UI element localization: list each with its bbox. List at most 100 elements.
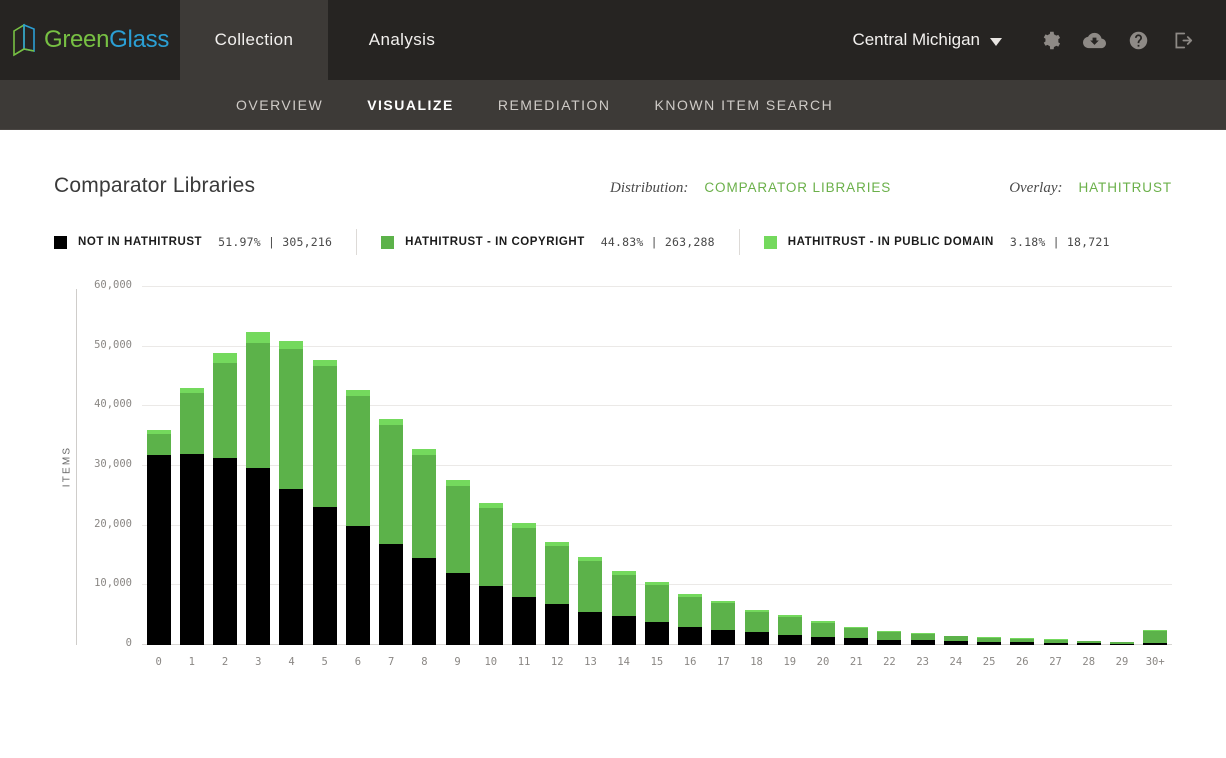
overlay-value[interactable]: HATHITRUST xyxy=(1079,180,1173,195)
organization-selector[interactable]: Central Michigan xyxy=(852,30,1002,50)
bar-column[interactable]: 26 xyxy=(1006,287,1039,668)
bar-column[interactable]: 9 xyxy=(441,287,474,668)
bar-segment xyxy=(578,611,603,645)
legend-stats: 44.83% | 263,288 xyxy=(600,235,715,249)
x-axis-tick-label: 19 xyxy=(783,656,797,668)
bar-stack xyxy=(478,287,503,645)
bar-stack xyxy=(412,287,437,645)
bar-segment xyxy=(678,596,703,627)
logout-icon[interactable] xyxy=(1160,18,1204,62)
page-title: Comparator Libraries xyxy=(54,174,256,197)
bar-column[interactable]: 30+ xyxy=(1139,287,1172,668)
tab-analysis[interactable]: Analysis xyxy=(328,0,476,80)
bar-segment xyxy=(1076,643,1101,645)
bar-segment xyxy=(179,454,204,645)
legend-swatch-icon xyxy=(763,235,777,249)
bar-column[interactable]: 11 xyxy=(507,287,540,668)
x-axis-tick-label: 26 xyxy=(1015,656,1029,668)
bar-column[interactable]: 0 xyxy=(142,287,175,668)
subnav-item-known-item-search[interactable]: KNOWN ITEM SEARCH xyxy=(633,97,856,113)
bar-segment xyxy=(312,506,337,645)
bar-column[interactable]: 24 xyxy=(939,287,972,668)
bar-segment xyxy=(445,485,470,573)
bar-column[interactable]: 29 xyxy=(1105,287,1138,668)
x-axis-tick-label: 8 xyxy=(421,656,428,668)
bar-segment xyxy=(379,543,404,645)
y-axis-tick-label: 10,000 xyxy=(94,577,132,590)
y-axis-title-text: ITEMS xyxy=(61,445,73,487)
bar-column[interactable]: 6 xyxy=(341,287,374,668)
bar-column[interactable]: 3 xyxy=(242,287,275,668)
legend-swatch-icon xyxy=(54,235,67,249)
bar-stack xyxy=(146,287,171,645)
bar-column[interactable]: 2 xyxy=(208,287,241,668)
bar-column[interactable]: 17 xyxy=(707,287,740,668)
help-icon[interactable] xyxy=(1116,18,1160,62)
bar-stack xyxy=(810,287,835,645)
bar-segment xyxy=(213,458,238,645)
bar-stack xyxy=(246,287,271,645)
bar-stack xyxy=(1043,287,1068,645)
bar-column[interactable]: 28 xyxy=(1072,287,1105,668)
brand-logo-area[interactable]: GreenGlass xyxy=(0,0,180,80)
bar-segment xyxy=(844,627,869,638)
legend-stats: 51.97% | 305,216 xyxy=(218,235,333,249)
bar-segment xyxy=(412,558,437,645)
bar-column[interactable]: 10 xyxy=(474,287,507,668)
chevron-down-icon xyxy=(990,37,1002,46)
bar-column[interactable]: 4 xyxy=(275,287,308,668)
bar-column[interactable]: 7 xyxy=(375,287,408,668)
bar-column[interactable]: 1 xyxy=(175,287,208,668)
bar-segment xyxy=(744,611,769,633)
gear-icon[interactable] xyxy=(1028,18,1072,62)
x-axis-tick-label: 23 xyxy=(916,656,929,668)
bar-segment xyxy=(478,585,503,645)
bar-column[interactable]: 12 xyxy=(541,287,574,668)
bar-segment xyxy=(146,455,171,645)
bar-column[interactable]: 15 xyxy=(640,287,673,668)
bar-segment xyxy=(312,366,337,507)
bar-stack xyxy=(744,287,769,645)
bar-segment xyxy=(213,362,238,459)
bar-segment xyxy=(844,637,869,645)
cloud-download-icon[interactable] xyxy=(1072,18,1116,62)
legend-stats: 3.18% | 18,721 xyxy=(1009,235,1110,249)
subnav-overview-label: OVERVIEW xyxy=(236,96,324,113)
bar-column[interactable]: 16 xyxy=(674,287,707,668)
legend-item[interactable]: NOT IN HATHITRUST 51.97% | 305,216 xyxy=(54,235,332,249)
y-axis-tick-label: 50,000 xyxy=(94,338,132,351)
chart-area: ITEMS 0 10,000 20,000 30,000 40,000 50,000 60,… xyxy=(54,279,1172,679)
bar-column[interactable]: 22 xyxy=(873,287,906,668)
subnav-item-overview[interactable]: OVERVIEW xyxy=(214,97,345,113)
bar-column[interactable]: 27 xyxy=(1039,287,1072,668)
bar-segment xyxy=(711,603,736,630)
distribution-value[interactable]: COMPARATOR LIBRARIES xyxy=(704,180,891,195)
title-row: Comparator Libraries Distribution: COMPA… xyxy=(54,130,1172,198)
bar-column[interactable]: 25 xyxy=(972,287,1005,668)
bar-segment xyxy=(345,525,370,645)
bar-column[interactable]: 23 xyxy=(906,287,939,668)
bar-column[interactable]: 14 xyxy=(607,287,640,668)
y-axis-tick-label: 40,000 xyxy=(94,398,132,411)
bar-column[interactable]: 13 xyxy=(574,287,607,668)
bar-column[interactable]: 5 xyxy=(308,287,341,668)
bar-segment xyxy=(611,574,636,617)
bar-segment xyxy=(1043,642,1068,645)
bar-column[interactable]: 20 xyxy=(806,287,839,668)
bar-column[interactable]: 19 xyxy=(773,287,806,668)
bar-column[interactable]: 8 xyxy=(408,287,441,668)
x-axis-tick-label: 30+ xyxy=(1145,656,1165,668)
bar-segment xyxy=(744,632,769,645)
bar-segment xyxy=(246,342,271,468)
legend-item[interactable]: HATHITRUST - IN PUBLIC DOMAIN 3.18% | 18,… xyxy=(763,235,1110,249)
bar-column[interactable]: 18 xyxy=(740,287,773,668)
tab-collection[interactable]: Collection xyxy=(180,0,328,80)
legend-item[interactable]: HATHITRUST - IN COPYRIGHT 44.83% | 263,28… xyxy=(381,235,715,249)
bar-segment xyxy=(910,640,935,645)
bar-segment xyxy=(777,616,802,635)
subnav-item-visualize[interactable]: VISUALIZE xyxy=(345,97,476,113)
x-axis-tick-label: 0 xyxy=(155,656,162,668)
subnav-item-remediation[interactable]: REMEDIATION xyxy=(476,97,633,113)
bar-column[interactable]: 21 xyxy=(840,287,873,668)
x-axis-tick-label: 7 xyxy=(387,656,395,668)
